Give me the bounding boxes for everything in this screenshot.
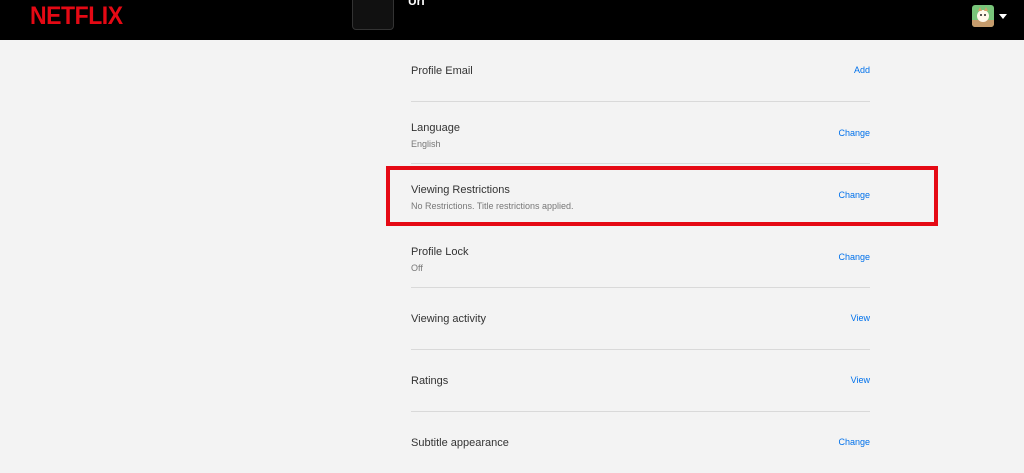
setting-row-viewing-restrictions: Viewing Restrictions No Restrictions. Ti… [411, 164, 870, 226]
profile-avatar-icon[interactable] [972, 5, 994, 27]
setting-row-viewing-activity: Viewing activity View [411, 288, 870, 350]
setting-title: Subtitle appearance [411, 437, 509, 449]
top-navigation-bar: NETFLIX Uri [0, 0, 1024, 40]
setting-title: Language [411, 122, 460, 134]
setting-title: Profile Email [411, 65, 473, 77]
change-language-link[interactable]: Change [838, 128, 870, 138]
add-profile-email-link[interactable]: Add [854, 65, 870, 75]
setting-row-ratings: Ratings View [411, 350, 870, 412]
view-ratings-link[interactable]: View [851, 375, 870, 385]
change-profile-lock-link[interactable]: Change [838, 252, 870, 262]
setting-value: Off [411, 263, 423, 273]
setting-title: Profile Lock [411, 246, 469, 258]
profile-settings-list: Profile Email Add Language English Chang… [411, 40, 870, 473]
setting-title: Viewing Restrictions [411, 184, 510, 196]
setting-title: Ratings [411, 375, 449, 387]
setting-title: Viewing activity [411, 313, 486, 325]
setting-row-profile-email: Profile Email Add [411, 40, 870, 102]
view-viewing-activity-link[interactable]: View [851, 313, 870, 323]
change-viewing-restrictions-link[interactable]: Change [838, 190, 870, 200]
setting-value: English [411, 139, 441, 149]
netflix-logo[interactable]: NETFLIX [30, 2, 123, 31]
setting-value: No Restrictions. Title restrictions appl… [411, 201, 574, 211]
setting-row-language: Language English Change [411, 102, 870, 164]
profile-name: Uri [408, 0, 425, 8]
setting-row-subtitle-appearance: Subtitle appearance Change [411, 412, 870, 473]
profile-thumbnail [352, 0, 394, 30]
change-subtitle-appearance-link[interactable]: Change [838, 437, 870, 447]
setting-row-profile-lock: Profile Lock Off Change [411, 226, 870, 288]
caret-down-icon[interactable] [999, 14, 1007, 19]
